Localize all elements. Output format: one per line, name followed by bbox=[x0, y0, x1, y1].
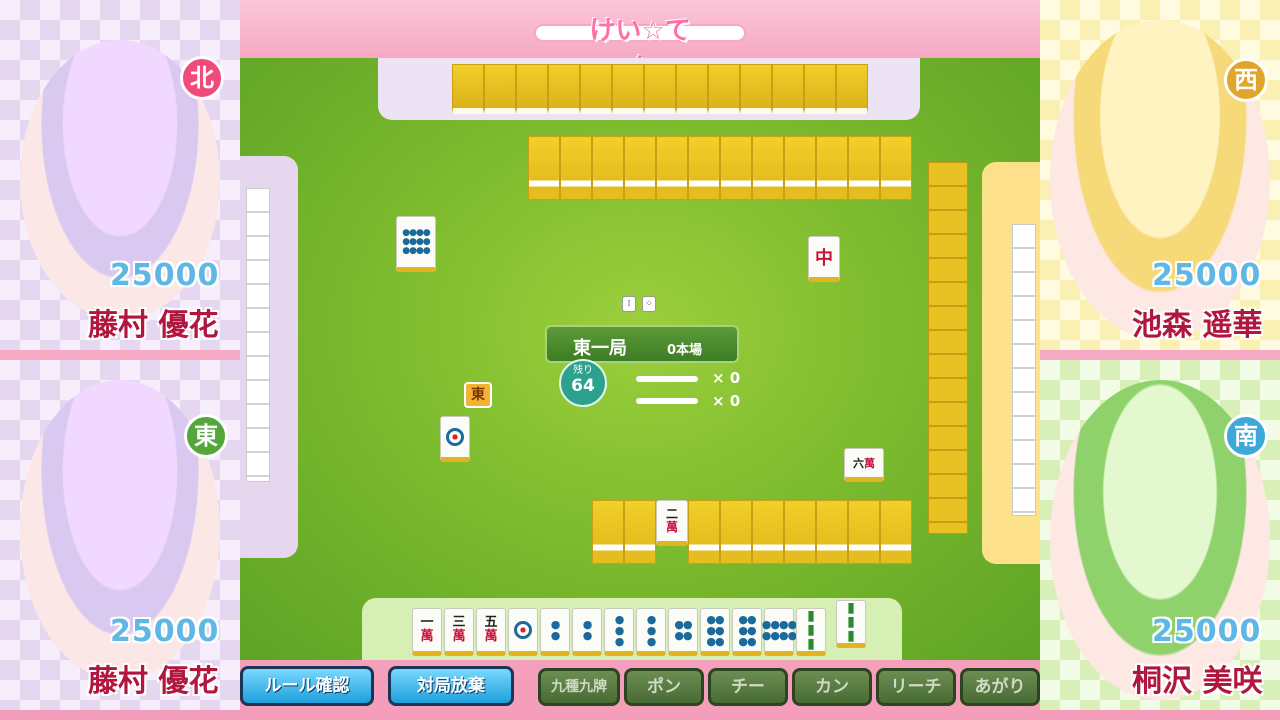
opponent-tile-back bbox=[580, 64, 612, 114]
chi-button[interactable]: チー bbox=[708, 668, 788, 706]
right-wall bbox=[928, 162, 968, 534]
hand-tile[interactable]: 三萬 bbox=[444, 608, 474, 656]
hand-tile[interactable]: ●● ●● ●● bbox=[700, 608, 730, 656]
dora-indicator-tile: 二萬 bbox=[656, 500, 688, 546]
wall-tile-stack bbox=[848, 500, 880, 564]
die-2: ⁘ bbox=[642, 296, 656, 312]
riichi-stick-icon bbox=[636, 376, 698, 382]
player-name-north: 藤村 優花 bbox=[88, 308, 219, 343]
wall-tile-stack bbox=[688, 136, 720, 200]
riichi-button[interactable]: リーチ bbox=[876, 668, 956, 706]
hand-tile[interactable]: ● ● bbox=[540, 608, 570, 656]
wall-tile-stack bbox=[816, 500, 848, 564]
discard-tile-chun: 中 bbox=[808, 236, 840, 282]
round-info-box: 東一局 0本場 bbox=[545, 325, 739, 363]
wall-tile-stack bbox=[688, 500, 720, 564]
wall-tile-stack bbox=[752, 500, 784, 564]
opponent-tile-back bbox=[836, 64, 868, 114]
kan-button[interactable]: カン bbox=[792, 668, 872, 706]
wall-tile-stack bbox=[624, 136, 656, 200]
hand-tile[interactable]: ●●●● ●●●● bbox=[762, 608, 797, 656]
opponent-tile-back bbox=[452, 64, 484, 114]
opponent-tile-back bbox=[548, 64, 580, 114]
wall-tile-stack bbox=[592, 500, 624, 564]
opponent-tile-back bbox=[644, 64, 676, 114]
opponent-tile-back bbox=[676, 64, 708, 114]
wall-tile-stack bbox=[784, 136, 816, 200]
wind-badge-north: 北 bbox=[180, 56, 224, 100]
wind-badge-east: 東 bbox=[184, 414, 228, 458]
wall-tile-stack bbox=[816, 136, 848, 200]
hand-tile[interactable]: ▮ ▮ ▮ bbox=[836, 600, 866, 648]
hand-tile[interactable]: ● ● ● bbox=[636, 608, 666, 656]
round-name: 東一局 bbox=[573, 338, 627, 359]
opponent-tile-back bbox=[804, 64, 836, 114]
right-opponent-hand bbox=[1012, 224, 1036, 516]
hand-tile[interactable]: 一萬 bbox=[412, 608, 442, 656]
left-opponent-hand bbox=[246, 188, 270, 482]
player-panel-north: 北 25000 藤村 優花 bbox=[0, 0, 240, 350]
riichi-stick-count: × 0 bbox=[712, 369, 741, 387]
player-name-west: 池森 遥華 bbox=[1132, 308, 1263, 343]
discard-tile-right: 六萬 bbox=[844, 448, 884, 482]
player-name-east: 藤村 優花 bbox=[88, 664, 219, 699]
remaining-count: 64 bbox=[571, 376, 595, 396]
hand-tile[interactable]: ●● ●● bbox=[668, 608, 698, 656]
honba-stick-icon bbox=[636, 398, 698, 404]
hand-tile[interactable]: ● ● bbox=[572, 608, 602, 656]
opponent-tile-back bbox=[740, 64, 772, 114]
score-west: 25000 bbox=[1152, 258, 1262, 293]
discard-tile-left: ●●●● ●●●● ●●●● bbox=[396, 216, 436, 272]
score-north: 25000 bbox=[110, 258, 220, 293]
honba-count: 0本場 bbox=[667, 343, 703, 358]
rules-button[interactable]: ルール確認 bbox=[240, 666, 374, 706]
score-south: 25000 bbox=[1152, 614, 1262, 649]
opponent-tile-back bbox=[708, 64, 740, 114]
score-east: 25000 bbox=[110, 614, 220, 649]
wall-tile-stack bbox=[720, 136, 752, 200]
hand-tile[interactable]: ▮ ▮ ▮ bbox=[796, 608, 826, 656]
hand-tile[interactable]: ●● ●● ●● bbox=[732, 608, 762, 656]
player-panel-east: 東 25000 藤村 優花 bbox=[0, 360, 240, 710]
die-1: ⁞ bbox=[622, 296, 636, 312]
hand-tile[interactable]: 五萬 bbox=[476, 608, 506, 656]
player-panel-south: 南 25000 桐沢 美咲 bbox=[1040, 360, 1280, 710]
wall-tile-stack bbox=[528, 136, 560, 200]
honba-stick-count: × 0 bbox=[712, 392, 741, 410]
wall-tile-stack bbox=[880, 500, 912, 564]
wind-badge-south: 南 bbox=[1224, 414, 1268, 458]
dealer-marker: 東 bbox=[464, 382, 492, 408]
remaining-tiles-badge: 残り 64 bbox=[559, 359, 607, 407]
wall-tile-stack bbox=[656, 136, 688, 200]
wall-tile-stack bbox=[752, 136, 784, 200]
wall-tile-stack bbox=[592, 136, 624, 200]
player-panel-west: 西 25000 池森 遥華 bbox=[1040, 0, 1280, 350]
wall-tile-stack bbox=[784, 500, 816, 564]
discard-tile-pin1 bbox=[440, 416, 470, 462]
game-logo: けい☆てん bbox=[589, 16, 691, 83]
abandon-button[interactable]: 対局放棄 bbox=[388, 666, 514, 706]
opponent-tile-back bbox=[612, 64, 644, 114]
hand-tile[interactable]: ● ● ● bbox=[604, 608, 634, 656]
pon-button[interactable]: ポン bbox=[624, 668, 704, 706]
hand-tile[interactable] bbox=[508, 608, 538, 656]
kyushu-button[interactable]: 九種九牌 bbox=[538, 668, 620, 706]
wall-tile-stack bbox=[848, 136, 880, 200]
wind-badge-west: 西 bbox=[1224, 58, 1268, 102]
agari-button[interactable]: あがり bbox=[960, 668, 1040, 706]
opponent-tile-back bbox=[516, 64, 548, 114]
wall-tile-stack bbox=[720, 500, 752, 564]
opponent-tile-back bbox=[772, 64, 804, 114]
wall-tile-stack bbox=[880, 136, 912, 200]
wall-tile-stack bbox=[560, 136, 592, 200]
player-name-south: 桐沢 美咲 bbox=[1132, 664, 1263, 699]
opponent-tile-back bbox=[484, 64, 516, 114]
wall-tile-stack bbox=[624, 500, 656, 564]
